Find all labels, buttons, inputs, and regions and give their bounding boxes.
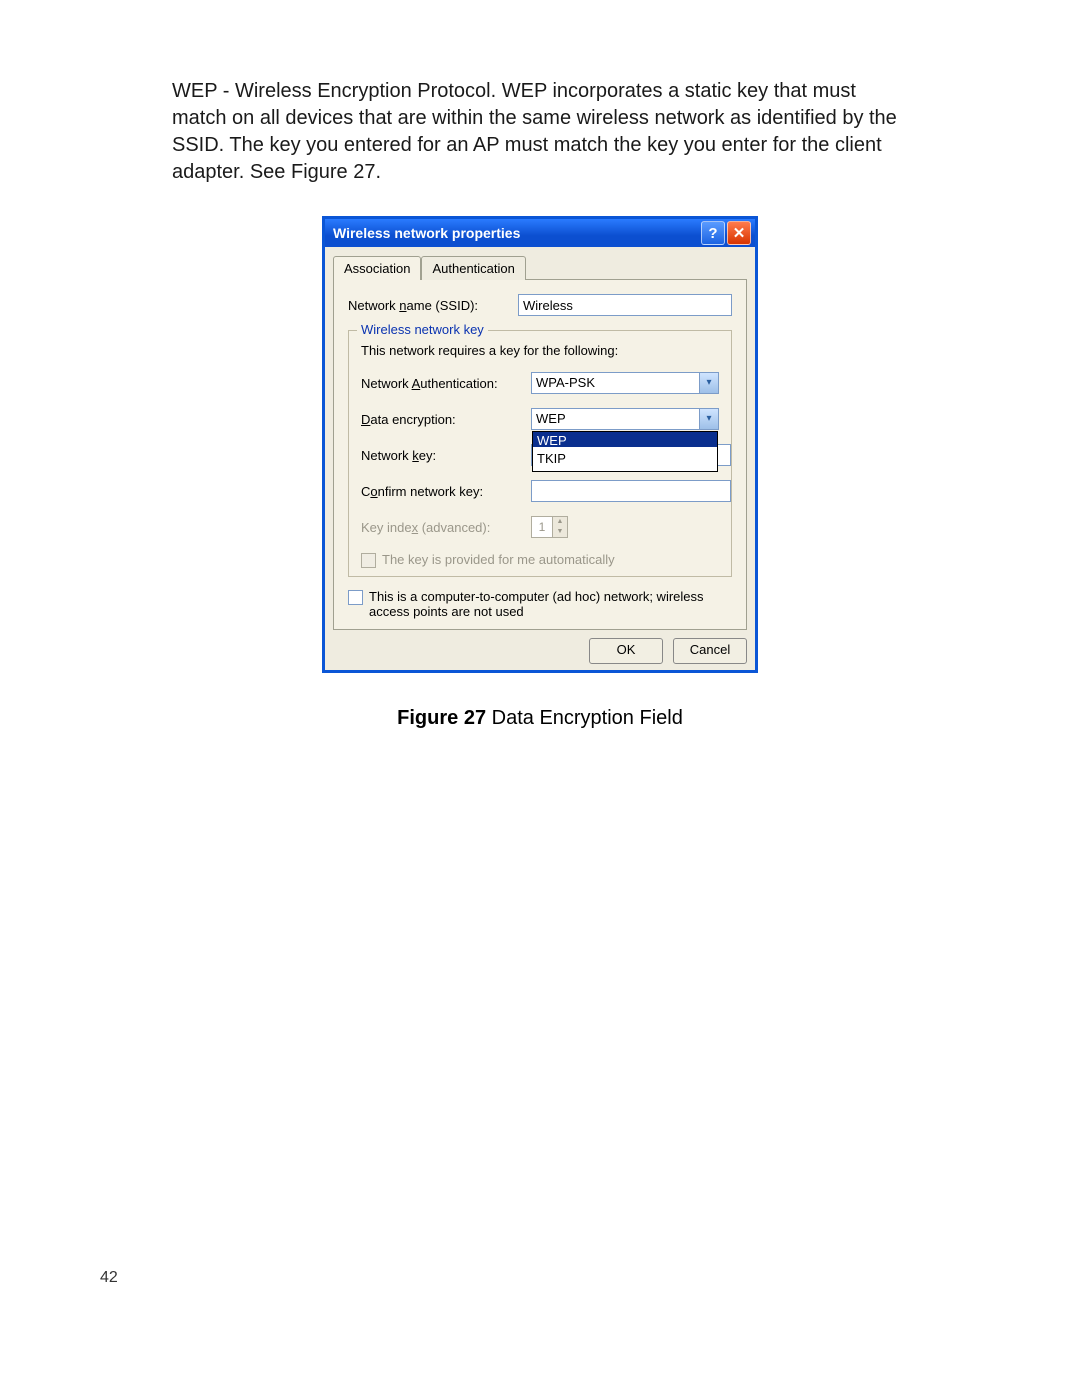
row-key-index: Key index (advanced): 1 ▲ ▼: [361, 516, 719, 538]
label-adhoc: This is a computer-to-computer (ad hoc) …: [369, 589, 732, 619]
group-wireless-key: Wireless network key This network requir…: [348, 330, 732, 577]
chevron-down-icon[interactable]: ▾: [699, 373, 718, 393]
dialog-client: Association Authentication Network name …: [325, 247, 755, 670]
body-paragraph: WEP - Wireless Encryption Protocol. WEP …: [172, 78, 908, 186]
label-confirm-key: Confirm network key:: [361, 484, 531, 499]
check-auto-key: The key is provided for me automatically: [361, 552, 719, 568]
spin-down-icon: ▼: [553, 527, 567, 537]
tab-authentication[interactable]: Authentication: [421, 256, 525, 280]
figure-caption: Figure 27 Data Encryption Field: [172, 707, 908, 730]
row-auth: Network Authentication: WPA-PSK ▾: [361, 372, 719, 394]
button-bar: OK Cancel: [333, 638, 747, 664]
confirm-key-input[interactable]: [531, 480, 731, 502]
row-encryption: Data encryption: WEP ▾ WEP TKIP: [361, 408, 719, 430]
checkbox-icon: [361, 553, 376, 568]
spin-up-icon: ▲: [553, 517, 567, 527]
option-tkip[interactable]: TKIP: [533, 447, 717, 471]
label-key-index: Key index (advanced):: [361, 520, 531, 535]
tab-association[interactable]: Association: [333, 256, 421, 280]
label-ssid: Network name (SSID):: [348, 298, 518, 313]
row-confirm-key: Confirm network key:: [361, 480, 719, 502]
group-intro: This network requires a key for the foll…: [361, 343, 719, 358]
label-auth: Network Authentication:: [361, 376, 531, 391]
titlebar: Wireless network properties ? ✕: [325, 219, 755, 247]
cancel-button[interactable]: Cancel: [673, 638, 747, 664]
ok-button[interactable]: OK: [589, 638, 663, 664]
tab-panel: Network name (SSID): Wireless Wireless n…: [333, 279, 747, 630]
label-encryption: Data encryption:: [361, 412, 531, 427]
close-icon[interactable]: ✕: [727, 221, 751, 245]
checkbox-icon[interactable]: [348, 590, 363, 605]
encryption-dropdown: WEP TKIP: [532, 431, 718, 472]
window-title: Wireless network properties: [333, 225, 699, 241]
group-legend: Wireless network key: [357, 322, 488, 337]
chevron-down-icon[interactable]: ▾: [699, 409, 718, 429]
option-wep[interactable]: WEP: [533, 432, 717, 447]
ssid-input[interactable]: Wireless: [518, 294, 732, 316]
help-icon[interactable]: ?: [701, 221, 725, 245]
encryption-select[interactable]: WEP ▾ WEP TKIP: [531, 408, 719, 430]
figure-wrap: Wireless network properties ? ✕ Associat…: [172, 216, 908, 730]
key-index-spinner: 1 ▲ ▼: [531, 516, 568, 538]
page-number: 42: [100, 1269, 118, 1287]
label-network-key: Network key:: [361, 448, 531, 463]
tabstrip: Association Authentication: [333, 256, 747, 280]
auth-select[interactable]: WPA-PSK ▾: [531, 372, 719, 394]
label-auto-key: The key is provided for me automatically: [382, 552, 615, 567]
check-adhoc[interactable]: This is a computer-to-computer (ad hoc) …: [348, 589, 732, 619]
row-ssid: Network name (SSID): Wireless: [348, 294, 732, 316]
dialog-window: Wireless network properties ? ✕ Associat…: [322, 216, 758, 673]
